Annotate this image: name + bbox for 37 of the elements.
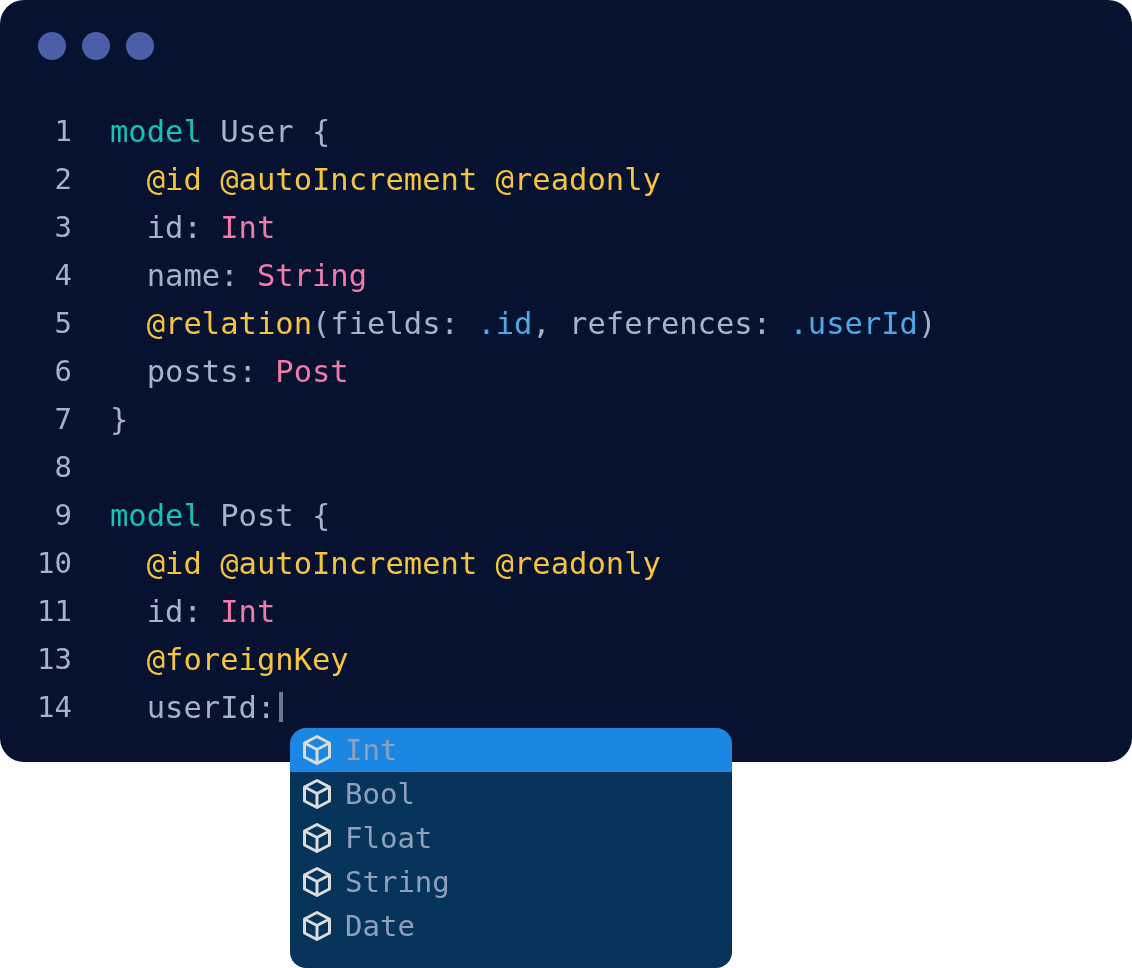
completion-item[interactable]: String xyxy=(290,860,732,904)
cube-icon xyxy=(302,734,332,766)
cube-icon xyxy=(302,822,332,854)
code-line: } xyxy=(110,401,129,437)
code-line: @id @autoIncrement @readonly xyxy=(145,161,661,197)
cube-icon xyxy=(302,866,332,898)
line-number: 4 xyxy=(53,258,72,292)
line-number: 9 xyxy=(53,498,72,532)
line-number: 8 xyxy=(53,450,72,484)
code-line: @relation(fields: .id, references: .userId) xyxy=(145,305,937,341)
line-number: 10 xyxy=(36,546,72,580)
code-line: id: Int xyxy=(145,209,276,245)
line-number: 3 xyxy=(53,210,72,244)
cube-icon xyxy=(302,910,332,942)
code-line: @id @autoIncrement @readonly xyxy=(145,545,661,581)
completion-item[interactable]: Float xyxy=(290,816,732,860)
code-line: model Post { xyxy=(110,497,331,533)
completion-item[interactable]: Date xyxy=(290,904,732,948)
window-control-dot[interactable] xyxy=(126,32,154,60)
line-number: 1 xyxy=(53,114,72,148)
window-control-dot[interactable] xyxy=(82,32,110,60)
code-line: @foreignKey xyxy=(145,641,349,677)
line-number: 6 xyxy=(53,354,72,388)
cube-icon xyxy=(302,778,332,810)
code-line: name: String xyxy=(145,257,368,293)
code-line: id: Int xyxy=(145,593,276,629)
code-line: model User { xyxy=(110,113,331,149)
line-number: 2 xyxy=(53,162,72,196)
code-line: posts: Post xyxy=(145,353,349,389)
line-number: 11 xyxy=(36,594,72,628)
line-number: 5 xyxy=(53,306,72,340)
line-number: 7 xyxy=(53,402,72,436)
code-line: userId: xyxy=(145,689,276,725)
line-number: 14 xyxy=(36,690,72,724)
completion-item[interactable]: Bool xyxy=(290,772,732,816)
window-control-dot[interactable] xyxy=(38,32,66,60)
line-number: 13 xyxy=(36,642,72,676)
